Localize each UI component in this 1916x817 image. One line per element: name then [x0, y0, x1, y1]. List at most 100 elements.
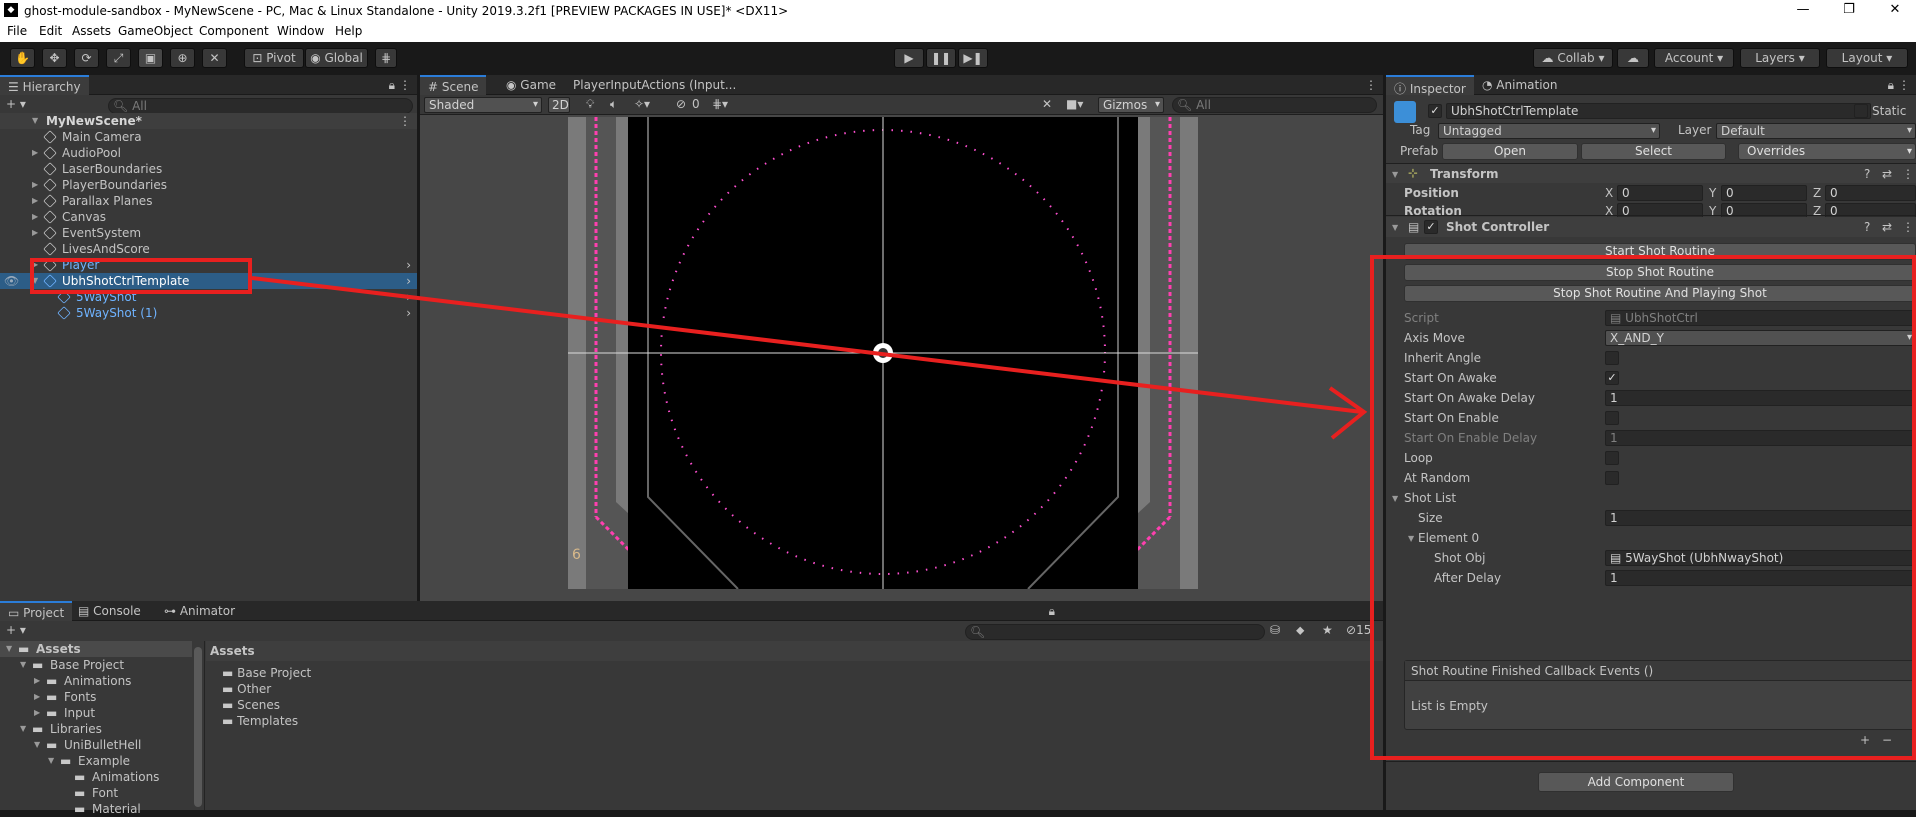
menu-assets[interactable]: Assets [72, 24, 111, 38]
lock-icon[interactable]: 🔒︎ [389, 78, 395, 93]
shot-controller-menu-icon[interactable]: ⋮ [1902, 220, 1914, 234]
transform-y-field[interactable]: 0 [1721, 185, 1807, 201]
project-create-dropdown[interactable]: + ▾ [6, 623, 26, 637]
static-checkbox[interactable] [1854, 104, 1868, 118]
collab-dropdown[interactable]: ☁ Collab ▾ [1533, 48, 1613, 68]
prefab-overrides-dropdown[interactable]: Overrides [1738, 143, 1916, 160]
expand-arrow-icon[interactable]: ▼ [20, 657, 26, 673]
transform-tool-icon[interactable]: ⊕ [170, 48, 195, 68]
prefab-open-button[interactable]: Open [1442, 143, 1578, 160]
scale-tool-icon[interactable]: ⤢ [106, 48, 131, 68]
tag-dropdown[interactable]: Untagged [1438, 123, 1660, 139]
transform-x-field[interactable]: 0 [1617, 185, 1703, 201]
transform-preset-icon[interactable]: ⇄ [1882, 167, 1892, 181]
prefab-open-chevron-icon[interactable]: › [406, 273, 411, 289]
rect-tool-icon[interactable]: ▣ [138, 48, 163, 68]
expand-arrow-icon[interactable]: ▶ [32, 177, 38, 193]
close-button[interactable]: ✕ [1880, 2, 1910, 20]
expand-arrow-icon[interactable]: ▼ [34, 737, 40, 753]
folder-tree-item[interactable]: ▬ Font [0, 785, 192, 801]
scene-row[interactable]: ▼ MyNewScene* ⋮ [0, 113, 417, 129]
expand-arrow-icon[interactable]: ▶ [32, 193, 38, 209]
active-checkbox[interactable]: ✓ [1428, 104, 1442, 118]
tab-game[interactable]: ◉ Game [498, 75, 564, 95]
prefab-select-button[interactable]: Select [1581, 143, 1726, 160]
layers-dropdown[interactable]: Layers ▾ [1740, 48, 1820, 68]
scene-search-input[interactable]: 🔍︎ All [1172, 97, 1377, 113]
hierarchy-search-input[interactable]: 🔍︎ All [108, 98, 413, 114]
folder-tree-item[interactable]: ▶ ▬ Animations [0, 673, 192, 689]
gizmos-dropdown[interactable]: Gizmos [1098, 97, 1164, 113]
menu-gameobject[interactable]: GameObject [118, 24, 193, 38]
transform-menu-icon[interactable]: ⋮ [1902, 167, 1914, 181]
grid-snap-icon[interactable]: ⋕ [375, 48, 397, 68]
folder-tree-item[interactable]: ▼ ▬ Example [0, 753, 192, 769]
folder-tree-item[interactable]: ▼ ▬ Assets [0, 641, 192, 657]
expand-arrow-icon[interactable]: ▶ [34, 673, 40, 689]
hierarchy-item[interactable]: ▶ PlayerBoundaries [0, 177, 417, 193]
menu-window[interactable]: Window [277, 24, 324, 38]
shot-controller-enabled-checkbox[interactable]: ✓ [1424, 220, 1438, 234]
expand-arrow-icon[interactable]: ▼ [6, 641, 12, 657]
tools-icon[interactable]: ✕ [1042, 97, 1052, 111]
asset-folder-item[interactable]: ▬ Base Project [222, 665, 422, 681]
layer-dropdown[interactable]: Default [1716, 123, 1916, 139]
hierarchy-item[interactable]: ▶ EventSystem [0, 225, 417, 241]
move-tool-icon[interactable]: ✥ [42, 48, 67, 68]
prefab-open-chevron-icon[interactable]: › [406, 257, 411, 273]
hierarchy-item[interactable]: LaserBoundaries [0, 161, 417, 177]
project-lock-icon[interactable]: 🔒︎ [1049, 604, 1055, 619]
menu-edit[interactable]: Edit [39, 24, 62, 38]
axis-y-label[interactable]: Y [1709, 185, 1716, 201]
minimize-button[interactable]: — [1788, 2, 1818, 20]
shading-dropdown[interactable]: Shaded [424, 97, 542, 113]
shot-controller-help-icon[interactable]: ? [1864, 220, 1870, 234]
expand-arrow-icon[interactable]: ▼ [20, 721, 26, 737]
prefab-open-chevron-icon[interactable]: › [406, 289, 411, 305]
object-name-field[interactable]: UbhShotCtrlTemplate [1446, 103, 1871, 119]
hierarchy-item[interactable]: ▶ AudioPool [0, 145, 417, 161]
tab-inspector[interactable]: ⓘ Inspector [1386, 75, 1474, 96]
tab-scene[interactable]: # Scene [420, 75, 487, 95]
pause-button[interactable]: ❚❚ [926, 48, 956, 68]
audio-icon[interactable]: 🔈︎ [610, 97, 617, 112]
menu-component[interactable]: Component [199, 24, 269, 38]
shot-controller-preset-icon[interactable]: ⇄ [1882, 220, 1892, 234]
shot-controller-header[interactable]: ▼ ▤ ✓ Shot Controller ? ⇄ ⋮ [1386, 217, 1916, 237]
folder-tree-item[interactable]: ▼ ▬ Base Project [0, 657, 192, 673]
expand-arrow-icon[interactable]: ▶ [32, 225, 38, 241]
expand-arrow-icon[interactable]: ▼ [48, 753, 54, 769]
menu-file[interactable]: File [7, 24, 27, 38]
asset-folder-item[interactable]: ▬ Templates [222, 713, 422, 729]
expand-arrow-icon[interactable]: ▶ [34, 705, 40, 721]
transform-header[interactable]: ▼ ⊹ Transform ? ⇄ ⋮ [1386, 163, 1916, 183]
folder-tree-item[interactable]: ▬ Material [0, 801, 192, 817]
tab-animation[interactable]: ◔ Animation [1474, 75, 1565, 95]
play-button[interactable]: ▶ [894, 48, 924, 68]
custom-tool-icon[interactable]: ✕ [202, 48, 227, 68]
tab-project[interactable]: ▭ Project [0, 601, 73, 621]
hidden-packages-icon[interactable]: ⊘15 [1346, 623, 1371, 637]
breadcrumb-assets[interactable]: Assets [210, 644, 255, 658]
prefab-open-chevron-icon[interactable]: › [406, 305, 411, 321]
asset-folder-item[interactable]: ▬ Other [222, 681, 422, 697]
filter-type-icon[interactable]: ⛁ [1270, 623, 1280, 637]
expand-arrow-icon[interactable]: ▶ [32, 145, 38, 161]
project-search-input[interactable]: 🔍︎ [965, 624, 1265, 640]
scene-viewport[interactable]: 6 [568, 117, 1198, 589]
hierarchy-item[interactable]: ▶ Canvas [0, 209, 417, 225]
cloud-icon[interactable]: ☁ [1617, 48, 1649, 68]
folder-tree-item[interactable]: ▬ Animations [0, 769, 192, 785]
expand-arrow-icon[interactable]: ▶ [34, 689, 40, 705]
hierarchy-item[interactable]: Main Camera [0, 129, 417, 145]
folder-tree-item[interactable]: ▶ ▬ Input [0, 705, 192, 721]
create-dropdown[interactable]: + ▾ [6, 97, 26, 111]
scene-menu-icon[interactable]: ⋮ [1365, 78, 1377, 92]
tab-hierarchy[interactable]: ☰ Hierarchy [0, 75, 89, 95]
camera-icon[interactable]: ■▾ [1066, 97, 1083, 111]
hierarchy-item[interactable]: ▶ Parallax Planes [0, 193, 417, 209]
panel-menu-icon[interactable]: ⋮ [399, 78, 411, 92]
2d-toggle[interactable]: 2D [548, 97, 570, 113]
expand-arrow-icon[interactable]: ▶ [32, 209, 38, 225]
layout-dropdown[interactable]: Layout ▾ [1826, 48, 1908, 68]
